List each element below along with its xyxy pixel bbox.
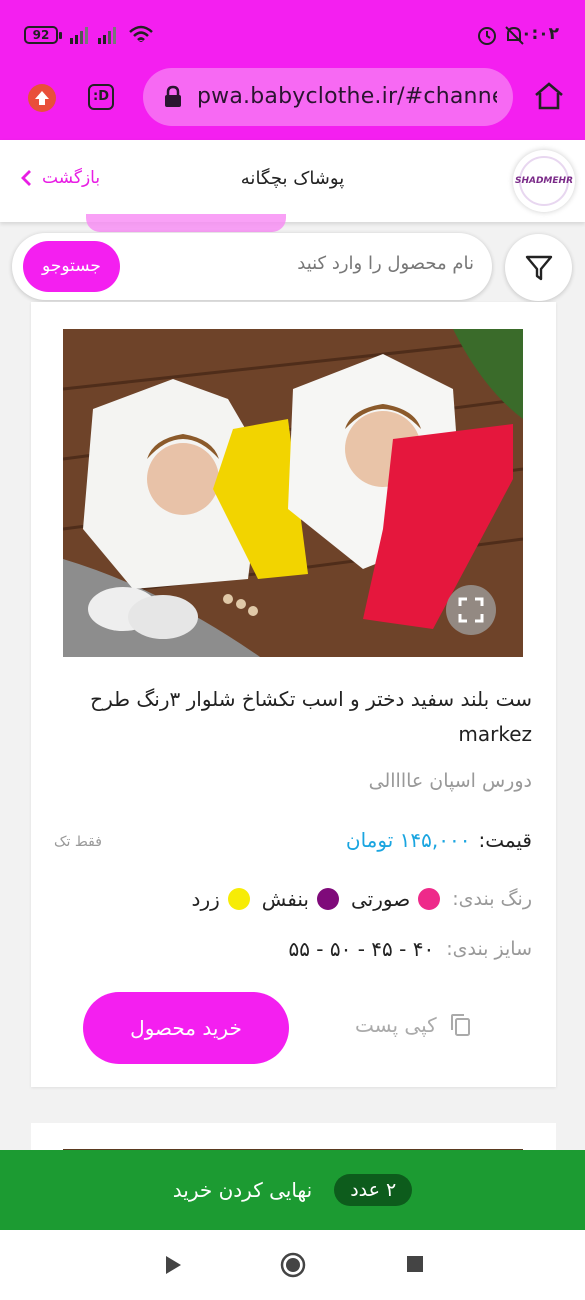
colors-row: رنگ بندی: صورتی بنفش زرد — [192, 887, 532, 911]
recents-nav-icon[interactable] — [405, 1254, 425, 1274]
checkout-bar[interactable]: ۲ عدد نهایی کردن خرید — [0, 1150, 585, 1230]
extension-label: :D — [93, 89, 109, 104]
color-swatch-pink — [418, 888, 441, 910]
signal-icon-2 — [98, 27, 116, 44]
search-bar: نام محصول را وارد کنید جستوجو — [12, 233, 492, 300]
fullscreen-button[interactable] — [446, 585, 496, 635]
copy-post-button[interactable]: کپی پست — [355, 1013, 471, 1037]
battery-level: 92 — [32, 28, 50, 42]
app-header: بازگشت پوشاک بچگانه SHADMEHR — [0, 140, 585, 222]
extension-button[interactable]: :D — [88, 84, 114, 110]
browser-chrome: 92 ۰:۰۲ :D pwa.babyclothe.ir/#channel — [0, 0, 585, 140]
product-image[interactable] — [63, 329, 523, 657]
category-tab-indicator — [86, 214, 286, 232]
color-name: زرد — [191, 887, 220, 911]
checkout-label: نهایی کردن خرید — [172, 1178, 313, 1202]
buy-product-button[interactable]: خرید محصول — [83, 992, 289, 1064]
filter-icon — [525, 255, 552, 280]
color-option: بنفش — [262, 887, 339, 911]
search-button[interactable]: جستوجو — [23, 241, 120, 292]
page-title: پوشاک بچگانه — [240, 168, 345, 189]
filter-button[interactable] — [505, 234, 572, 301]
store-logo[interactable]: SHADMEHR — [513, 150, 575, 212]
single-note: فقط تک — [54, 834, 102, 850]
cart-count-badge: ۲ عدد — [334, 1174, 413, 1206]
product-fabric: دورس اسپان عاااالی — [368, 770, 532, 792]
status-bar: 92 ۰:۰۲ — [0, 0, 585, 70]
product-card: ست بلند سفید دختر و اسب تکشاخ شلوار ۳رنگ… — [31, 302, 556, 1087]
url-bar[interactable]: pwa.babyclothe.ir/#channel — [143, 68, 513, 126]
signal-icon — [70, 27, 88, 44]
color-option: صورتی — [351, 887, 441, 911]
color-swatch-purple — [317, 888, 339, 910]
upload-extension-button[interactable] — [28, 84, 56, 112]
wifi-icon — [129, 25, 153, 42]
price-value: ۱۴۵,۰۰۰ تومان — [345, 828, 471, 852]
colors-label: رنگ بندی: — [452, 888, 532, 910]
color-name: صورتی — [351, 887, 411, 911]
color-option: زرد — [192, 887, 250, 911]
copy-icon — [450, 1014, 470, 1036]
alarm-icon — [478, 27, 496, 45]
back-nav-icon[interactable] — [163, 1254, 183, 1276]
url-text: pwa.babyclothe.ir/#channel — [197, 84, 497, 109]
clock: ۰:۰۲ — [521, 24, 559, 44]
lock-icon — [165, 85, 181, 107]
sizes-label: سایز بندی: — [446, 938, 532, 960]
price-label: قیمت: — [478, 828, 532, 852]
battery-indicator: 92 — [24, 26, 62, 44]
sizes-row: سایز بندی: ۴۰ - ۴۵ - ۵۰ - ۵۵ — [288, 937, 532, 961]
arrow-up-icon — [35, 91, 49, 105]
sizes-value: ۴۰ - ۴۵ - ۵۰ - ۵۵ — [288, 937, 435, 961]
color-swatch-yellow — [227, 888, 250, 910]
product-title: ست بلند سفید دختر و اسب تکشاخ شلوار ۳رنگ… — [90, 687, 532, 746]
price-row: قیمت: ۱۴۵,۰۰۰ تومان — [346, 828, 532, 852]
copy-label: کپی پست — [355, 1013, 437, 1037]
home-nav-icon[interactable] — [280, 1252, 306, 1278]
fullscreen-icon — [458, 597, 484, 623]
system-nav-bar — [0, 1230, 585, 1300]
color-name: بنفش — [261, 887, 309, 911]
search-input[interactable]: نام محصول را وارد کنید — [297, 253, 474, 274]
logo-text: SHADMEHR — [515, 156, 573, 206]
home-icon[interactable] — [533, 80, 565, 112]
